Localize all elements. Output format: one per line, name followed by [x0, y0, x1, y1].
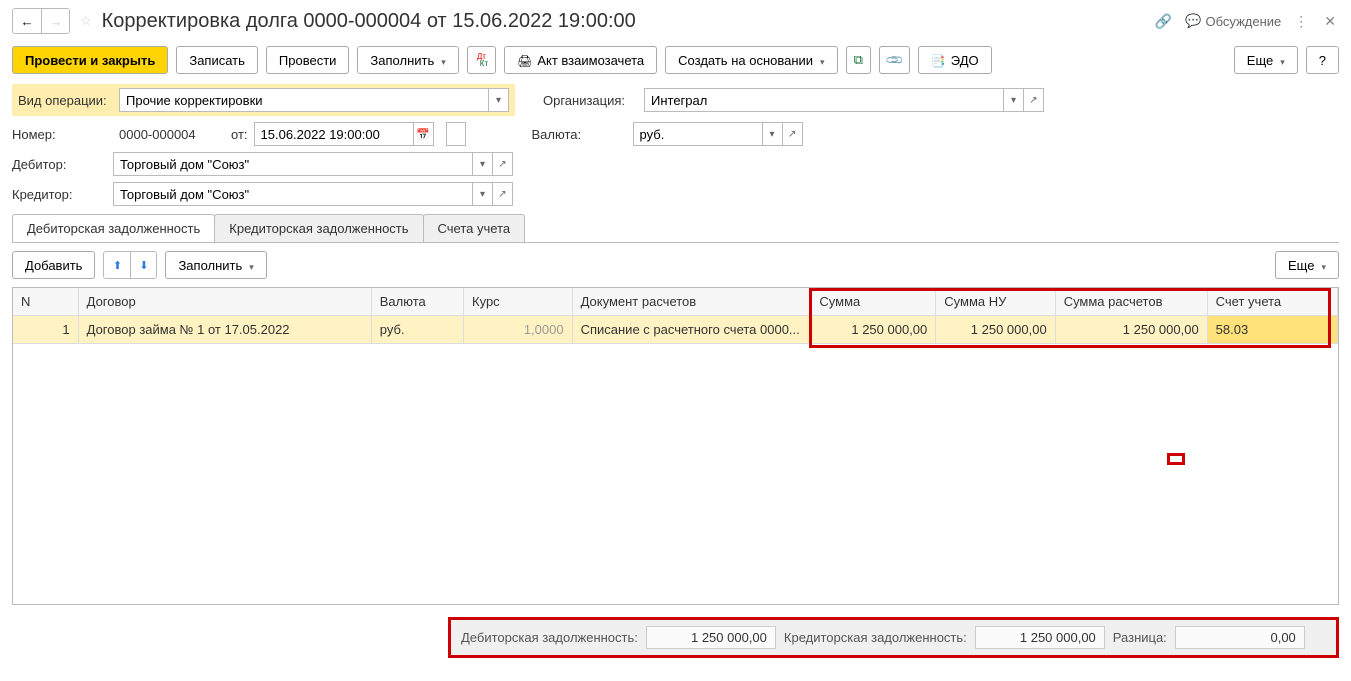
move-up-button[interactable] — [104, 252, 130, 278]
total-deb-label: Дебиторская задолженность: — [461, 630, 638, 645]
cell-rate[interactable]: 1,0000 — [464, 316, 573, 344]
col-n[interactable]: N — [13, 288, 78, 316]
cell-n[interactable]: 1 — [13, 316, 78, 344]
cell-account[interactable]: 58.03 — [1207, 316, 1337, 344]
tab-fill-button[interactable]: Заполнить — [165, 251, 266, 279]
cell-sum[interactable]: 1 250 000,00 — [811, 316, 936, 344]
number-label: Номер: — [12, 127, 107, 142]
edo-icon — [931, 53, 946, 68]
cell-sum-calc[interactable]: 1 250 000,00 — [1055, 316, 1207, 344]
discussion-button[interactable]: Обсуждение — [1185, 13, 1281, 29]
favorite-star-icon[interactable]: ☆ — [80, 13, 92, 29]
org-dropdown-icon[interactable]: ▾ — [1004, 88, 1024, 112]
copy-structure-button[interactable] — [846, 46, 871, 74]
attachment-button[interactable] — [879, 46, 910, 74]
nav-back-button[interactable]: ← — [13, 9, 41, 33]
creditor-open-icon[interactable] — [493, 182, 513, 206]
tab-creditor-debt[interactable]: Кредиторская задолженность — [214, 214, 423, 242]
grid-header-row: N Договор Валюта Курс Документ расчетов … — [13, 288, 1338, 316]
col-sum[interactable]: Сумма — [811, 288, 936, 316]
header-bar: ← → ☆ Корректировка долга 0000-000004 от… — [0, 0, 1351, 42]
debtor-input[interactable] — [113, 152, 473, 176]
nav-forward-button[interactable]: → — [41, 9, 69, 33]
move-down-button[interactable] — [130, 252, 156, 278]
col-account[interactable]: Счет учета — [1207, 288, 1337, 316]
cell-currency[interactable]: руб. — [371, 316, 463, 344]
currency-label: Валюта: — [532, 127, 627, 142]
page-title: Корректировка долга 0000-000004 от 15.06… — [102, 10, 1146, 33]
col-sum-nu[interactable]: Сумма НУ — [936, 288, 1055, 316]
cell-doc[interactable]: Списание с расчетного счета 0000... — [572, 316, 811, 344]
tab-toolbar: Добавить Заполнить Еще — [12, 243, 1339, 287]
fill-button[interactable]: Заполнить — [357, 46, 458, 74]
chat-icon — [1185, 13, 1201, 29]
discussion-label: Обсуждение — [1206, 14, 1282, 29]
from-label: от: — [231, 127, 248, 142]
tab-more-button[interactable]: Еще — [1275, 251, 1339, 279]
edo-button[interactable]: ЭДО — [918, 46, 992, 74]
creditor-input[interactable] — [113, 182, 473, 206]
tab-bar: Дебиторская задолженность Кредиторская з… — [12, 214, 1339, 243]
more-menu-icon[interactable] — [1291, 10, 1311, 33]
post-button[interactable]: Провести — [266, 46, 350, 74]
col-rate[interactable]: Курс — [464, 288, 573, 316]
help-button[interactable]: ? — [1306, 46, 1339, 74]
nav-buttons: ← → — [12, 8, 70, 34]
col-contract[interactable]: Договор — [78, 288, 371, 316]
grid-empty-space — [13, 344, 1338, 604]
currency-input[interactable] — [633, 122, 763, 146]
tab-accounts[interactable]: Счета учета — [423, 214, 526, 242]
grid-wrap: N Договор Валюта Курс Документ расчетов … — [12, 287, 1339, 605]
close-window-icon[interactable] — [1321, 10, 1339, 33]
post-and-close-button[interactable]: Провести и закрыть — [12, 46, 168, 74]
header-actions: Обсуждение — [1152, 10, 1339, 33]
debtor-label: Дебитор: — [12, 157, 107, 172]
link-icon[interactable] — [1152, 10, 1175, 33]
create-based-button[interactable]: Создать на основании — [665, 46, 837, 74]
tab-debtor-debt[interactable]: Дебиторская задолженность — [12, 214, 215, 242]
total-cred-value: 1 250 000,00 — [975, 626, 1105, 649]
toolbar-more-button[interactable]: Еще — [1234, 46, 1298, 74]
dtkt-button[interactable]: ДтКт — [467, 46, 496, 74]
col-doc[interactable]: Документ расчетов — [572, 288, 811, 316]
creditor-dropdown-icon[interactable]: ▾ — [473, 182, 493, 206]
total-cred-label: Кредиторская задолженность: — [784, 630, 967, 645]
org-label: Организация: — [543, 93, 638, 108]
calendar-icon[interactable] — [414, 122, 434, 146]
total-diff-label: Разница: — [1113, 630, 1167, 645]
form-area: Вид операции: ▾ Организация: ▾ Номер: 00… — [0, 84, 1351, 605]
add-row-button[interactable]: Добавить — [12, 251, 95, 279]
date-extra-button[interactable] — [446, 122, 466, 146]
currency-open-icon[interactable] — [783, 122, 803, 146]
op-type-dropdown-icon[interactable]: ▾ — [489, 88, 509, 112]
move-row-buttons — [103, 251, 157, 279]
debtor-dropdown-icon[interactable]: ▾ — [473, 152, 493, 176]
creditor-label: Кредитор: — [12, 187, 107, 202]
act-button[interactable]: Акт взаимозачета — [504, 46, 657, 74]
op-type-input[interactable] — [119, 88, 489, 112]
col-currency[interactable]: Валюта — [371, 288, 463, 316]
org-input[interactable] — [644, 88, 1004, 112]
cell-sum-nu[interactable]: 1 250 000,00 — [936, 316, 1055, 344]
total-deb-value: 1 250 000,00 — [646, 626, 776, 649]
table-row[interactable]: 1 Договор займа № 1 от 17.05.2022 руб. 1… — [13, 316, 1338, 344]
totals-bar: Дебиторская задолженность: 1 250 000,00 … — [448, 617, 1339, 658]
main-toolbar: Провести и закрыть Записать Провести Зап… — [0, 42, 1351, 84]
op-type-label: Вид операции: — [18, 93, 113, 108]
dtkt-icon: ДтКт — [475, 53, 488, 67]
org-open-icon[interactable] — [1024, 88, 1044, 112]
data-grid[interactable]: N Договор Валюта Курс Документ расчетов … — [13, 288, 1338, 344]
print-icon — [517, 53, 532, 68]
col-sum-calc[interactable]: Сумма расчетов — [1055, 288, 1207, 316]
number-value: 0000-000004 — [113, 124, 225, 145]
total-diff-value: 0,00 — [1175, 626, 1305, 649]
write-button[interactable]: Записать — [176, 46, 258, 74]
op-type-group: Вид операции: ▾ — [12, 84, 515, 116]
date-input[interactable] — [254, 122, 414, 146]
debtor-open-icon[interactable] — [493, 152, 513, 176]
currency-dropdown-icon[interactable]: ▾ — [763, 122, 783, 146]
cell-contract[interactable]: Договор займа № 1 от 17.05.2022 — [78, 316, 371, 344]
